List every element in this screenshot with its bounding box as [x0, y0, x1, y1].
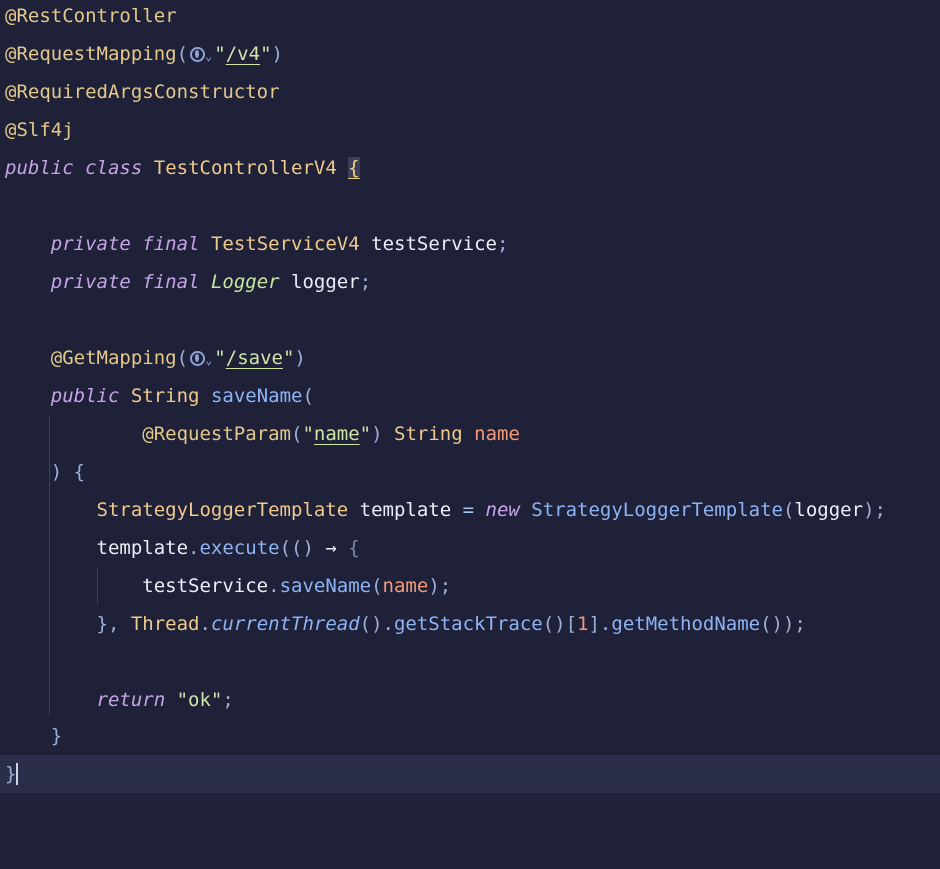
- lambda-arrow: →: [325, 537, 337, 559]
- keyword: return: [96, 689, 166, 711]
- variable-name: template: [359, 499, 452, 521]
- code-line: @RequestMapping(⌄ "/v4"): [5, 43, 283, 65]
- globe-icon[interactable]: [190, 47, 206, 62]
- code-editor[interactable]: @RestController @RequestMapping(⌄ "/v4") …: [0, 0, 940, 793]
- matched-brace: {: [348, 157, 360, 179]
- code-line: private final TestServiceV4 testService;: [50, 233, 509, 255]
- url-path[interactable]: /save: [226, 347, 283, 369]
- argument: logger: [794, 499, 864, 521]
- chevron-down-icon[interactable]: ⌄: [205, 353, 212, 367]
- class-name: Thread: [130, 613, 200, 635]
- class-name: TestControllerV4: [153, 157, 337, 179]
- annotation: @Slf4j: [5, 119, 74, 141]
- keyword: private: [50, 233, 131, 255]
- annotation: @RequiredArgsConstructor: [5, 81, 280, 103]
- method-name: saveName: [210, 385, 303, 407]
- field-name: testService: [371, 233, 497, 255]
- code-line: }, Thread.currentThread().getStackTrace(…: [96, 613, 806, 635]
- type-name: StrategyLoggerTemplate: [96, 499, 349, 521]
- globe-icon[interactable]: [190, 351, 206, 366]
- annotation: @RequestMapping: [5, 43, 177, 65]
- type-name: Logger: [210, 271, 280, 293]
- field-name: logger: [291, 271, 360, 293]
- code-line: @RestController: [0, 0, 940, 35]
- code-line: private final Logger logger;: [50, 271, 372, 293]
- type-name: String: [394, 423, 463, 445]
- chevron-down-icon[interactable]: ⌄: [205, 49, 212, 63]
- method-name: getMethodName: [611, 613, 761, 635]
- method-name: getStackTrace: [393, 613, 543, 635]
- keyword: final: [142, 233, 200, 255]
- code-line: @Slf4j: [0, 111, 940, 149]
- static-method-name: currentThread: [210, 613, 360, 635]
- annotation: @GetMapping: [50, 347, 177, 369]
- field-name: testService: [142, 575, 269, 597]
- type-name: String: [130, 385, 200, 407]
- variable-name: template: [96, 537, 189, 559]
- current-line: }: [0, 755, 940, 793]
- code-line: public class TestControllerV4 {: [0, 149, 940, 187]
- string-literal: "ok": [176, 689, 223, 711]
- code-line: }: [50, 725, 63, 747]
- number-literal: 1: [577, 613, 589, 635]
- keyword: class: [85, 157, 143, 179]
- argument: name: [382, 575, 429, 597]
- code-line: template.execute(() → {: [96, 537, 360, 559]
- annotation: @RequestParam: [142, 423, 291, 445]
- code-line: public String saveName(: [50, 385, 314, 407]
- code-line: @GetMapping(⌄ "/save"): [50, 347, 306, 369]
- code-line: @RequiredArgsConstructor: [0, 73, 940, 111]
- code-line: @RequestParam("name") String name: [142, 423, 520, 445]
- code-line: ) {: [50, 461, 86, 483]
- text-caret: [16, 763, 19, 785]
- annotation: @RestController: [5, 5, 177, 27]
- keyword: public: [5, 157, 74, 179]
- code-line: return "ok";: [96, 689, 234, 711]
- method-name: saveName: [279, 575, 372, 597]
- code-line: StrategyLoggerTemplate template = new St…: [96, 499, 886, 521]
- keyword: new: [485, 499, 520, 521]
- keyword: public: [50, 385, 120, 407]
- code-line: testService.saveName(name);: [142, 575, 452, 597]
- parameter-name: name: [474, 423, 520, 445]
- url-path[interactable]: /v4: [226, 43, 260, 65]
- keyword: private: [50, 271, 131, 293]
- constructor-name: StrategyLoggerTemplate: [531, 499, 783, 521]
- keyword: final: [142, 271, 200, 293]
- param-label: name: [313, 423, 360, 445]
- method-name: execute: [199, 537, 280, 559]
- type-name: TestServiceV4: [210, 233, 360, 255]
